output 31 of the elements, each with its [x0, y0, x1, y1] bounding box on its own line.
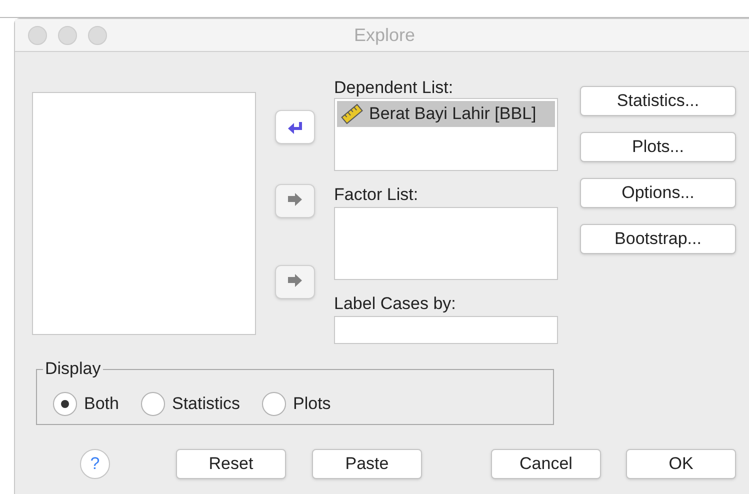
window-control-icon[interactable]	[58, 26, 77, 44]
dependent-list-label: Dependent List:	[334, 78, 454, 98]
window-title: Explore	[354, 24, 416, 47]
label-cases-label: Label Cases by:	[334, 294, 457, 314]
radio-option[interactable]: Both	[53, 391, 119, 417]
left-arrow-icon	[286, 119, 304, 135]
window-control-icon[interactable]	[88, 26, 107, 44]
dialog-button[interactable]: Paste	[312, 449, 422, 479]
display-group-title: Display	[43, 359, 103, 379]
factor-list-label: Factor List:	[334, 185, 420, 205]
factor-list[interactable]	[334, 207, 558, 280]
radio-button[interactable]	[262, 392, 286, 416]
radio-option[interactable]: Plots	[262, 391, 331, 417]
dependent-list[interactable]: Berat Bayi Lahir [BBL]	[334, 98, 558, 171]
dialog-button[interactable]: Statistics...	[580, 86, 736, 116]
dialog-button[interactable]: Cancel	[491, 449, 601, 479]
radio-button[interactable]	[53, 392, 77, 416]
dialog-button[interactable]: Plots...	[580, 132, 736, 162]
radio-option[interactable]: Statistics	[140, 391, 240, 417]
dialog-button[interactable]: Reset	[176, 449, 286, 479]
right-arrow-icon	[286, 193, 304, 209]
dialog-button[interactable]: OK	[626, 449, 736, 479]
transfer-arrow-button[interactable]	[275, 110, 315, 144]
radio-button[interactable]	[140, 392, 165, 416]
variable-list-item[interactable]: Berat Bayi Lahir [BBL]	[337, 101, 555, 127]
help-button[interactable]: ?	[80, 449, 110, 479]
dialog-button[interactable]: Options...	[580, 178, 736, 208]
dialog-button[interactable]: Bootstrap...	[580, 224, 736, 254]
window-control-icon[interactable]	[28, 26, 47, 44]
label-cases-field[interactable]	[334, 316, 558, 344]
right-arrow-icon	[286, 274, 304, 290]
